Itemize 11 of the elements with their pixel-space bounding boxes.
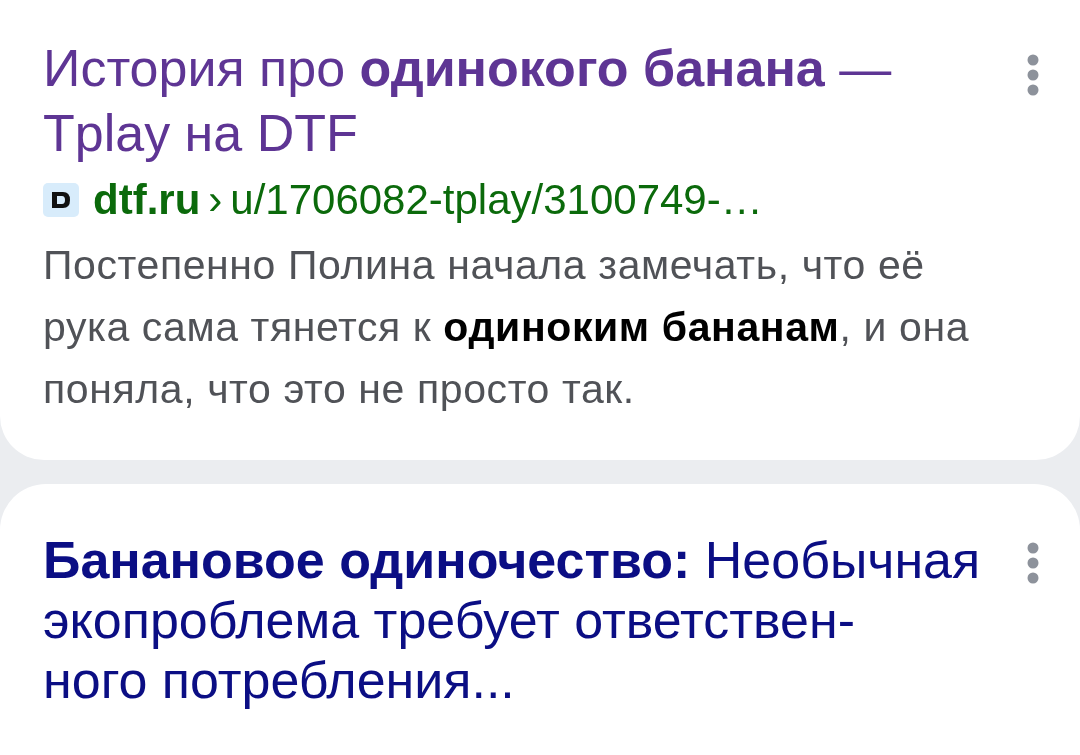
more-options-icon xyxy=(1027,542,1039,584)
favicon-icon xyxy=(43,183,79,217)
url-path-link[interactable]: u/1706082-tplay/3100749-… xyxy=(230,172,763,228)
result-title-link[interactable]: История про одинокого банана — Tplay на DTF xyxy=(43,36,1011,166)
more-options-button[interactable] xyxy=(1027,542,1039,584)
result-snippet: Постепенно Полина начала замечать, что её рука сама тянется к одиноким бананам, и она поняла, что это не просто так. xyxy=(43,241,971,414)
more-options-button[interactable] xyxy=(1027,54,1039,96)
site-link[interactable]: dtf.ru xyxy=(93,172,201,228)
breadcrumb-separator: › xyxy=(208,175,223,225)
result-title-link[interactable]: Банановое одиночество: Необычная экопроблема требует ответствен- ного потребления... xyxy=(43,530,1011,710)
more-options-icon xyxy=(1027,54,1039,96)
